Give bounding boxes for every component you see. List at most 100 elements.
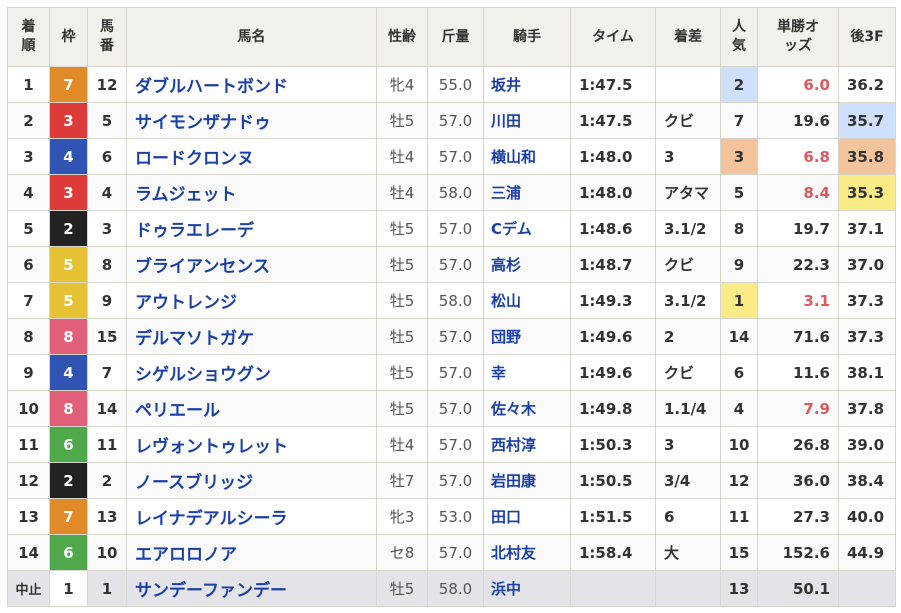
header-rank[interactable]: 着順 [7,7,50,67]
odds-cell: 19.7 [757,210,839,247]
horse-name-link[interactable]: サイモンザナドゥ [126,102,377,139]
header-horse-name[interactable]: 馬名 [126,7,377,67]
margin-cell: クビ [655,102,721,139]
frame-cell: 2 [49,210,88,247]
margin-cell: 3/4 [655,462,721,499]
frame-cell: 8 [49,318,88,355]
header-last3f[interactable]: 後3F [838,7,896,67]
table-row: 3 4 6 ロードクロンヌ 牡4 57.0 横山和 1:48.0 3 3 6.8 35.8 [7,138,896,175]
table-row: 中止 1 1 サンデーファンデー 牡5 58.0 浜中 13 50.1 [7,570,896,607]
header-sex-age[interactable]: 性齢 [376,7,428,67]
rank-cell: 1 [7,66,50,103]
horse-name-link[interactable]: ドゥラエレーデ [126,210,377,247]
jockey-link[interactable]: 川田 [483,102,571,139]
jockey-link[interactable]: 西村淳 [483,426,571,463]
horse-name-link[interactable]: シゲルショウグン [126,354,377,391]
jockey-link[interactable]: 北村友 [483,534,571,571]
popularity-cell: 11 [720,498,758,535]
horse-number-cell: 14 [87,390,127,427]
jockey-link[interactable]: 団野 [483,318,571,355]
odds-cell: 3.1 [757,282,839,319]
jockey-link[interactable]: 三浦 [483,174,571,211]
margin-cell: 3 [655,426,721,463]
header-popularity[interactable]: 人気 [720,7,758,67]
table-row: 11 6 11 レヴォントゥレット 牡4 57.0 西村淳 1:50.3 3 10 26.8 39.0 [7,426,896,463]
rank-cell: 14 [7,534,50,571]
last3f-cell: 35.7 [838,102,896,139]
horse-number-cell: 11 [87,426,127,463]
frame-cell: 5 [49,282,88,319]
popularity-cell: 8 [720,210,758,247]
time-cell: 1:49.3 [570,282,656,319]
rank-cell: 2 [7,102,50,139]
frame-cell: 6 [49,534,88,571]
sex-age-cell: 牡5 [376,246,428,283]
horse-number-cell: 6 [87,138,127,175]
weight-cell: 57.0 [427,354,484,391]
horse-name-link[interactable]: ノースブリッジ [126,462,377,499]
horse-name-link[interactable]: エアロロノア [126,534,377,571]
time-cell: 1:47.5 [570,66,656,103]
horse-name-link[interactable]: レヴォントゥレット [126,426,377,463]
horse-name-link[interactable]: ブライアンセンス [126,246,377,283]
horse-name-link[interactable]: ロードクロンヌ [126,138,377,175]
rank-cell: 10 [7,390,50,427]
margin-cell: 3 [655,138,721,175]
horse-name-link[interactable]: ペリエール [126,390,377,427]
header-time[interactable]: タイム [570,7,656,67]
frame-cell: 3 [49,174,88,211]
time-cell: 1:49.6 [570,318,656,355]
horse-name-link[interactable]: レイナデアルシーラ [126,498,377,535]
horse-number-cell: 4 [87,174,127,211]
sex-age-cell: 牝3 [376,498,428,535]
header-margin[interactable]: 着差 [655,7,721,67]
popularity-cell: 14 [720,318,758,355]
header-jockey[interactable]: 騎手 [483,7,571,67]
jockey-link[interactable]: 松山 [483,282,571,319]
rank-cell: 3 [7,138,50,175]
sex-age-cell: セ8 [376,534,428,571]
sex-age-cell: 牡5 [376,570,428,607]
odds-cell: 22.3 [757,246,839,283]
weight-cell: 57.0 [427,318,484,355]
jockey-link[interactable]: 浜中 [483,570,571,607]
sex-age-cell: 牡5 [376,102,428,139]
last3f-cell [838,570,896,607]
horse-name-link[interactable]: アウトレンジ [126,282,377,319]
popularity-cell: 12 [720,462,758,499]
sex-age-cell: 牡5 [376,390,428,427]
header-row: 着順 枠 馬番 馬名 性齢 斤量 騎手 タイム 着差 人気 単勝オッズ 後3F [7,7,896,67]
horse-name-link[interactable]: デルマソトガケ [126,318,377,355]
popularity-cell: 13 [720,570,758,607]
horse-name-link[interactable]: ダブルハートボンド [126,66,377,103]
jockey-link[interactable]: 坂井 [483,66,571,103]
jockey-link[interactable]: 岩田康 [483,462,571,499]
rank-cell: 13 [7,498,50,535]
last3f-cell: 44.9 [838,534,896,571]
jockey-link[interactable]: 横山和 [483,138,571,175]
weight-cell: 57.0 [427,246,484,283]
last3f-cell: 40.0 [838,498,896,535]
header-weight[interactable]: 斤量 [427,7,484,67]
last3f-cell: 39.0 [838,426,896,463]
jockey-link[interactable]: 幸 [483,354,571,391]
rank-cell: 11 [7,426,50,463]
header-odds[interactable]: 単勝オッズ [757,7,839,67]
frame-cell: 4 [49,138,88,175]
weight-cell: 57.0 [427,462,484,499]
rank-cell: 6 [7,246,50,283]
jockey-link[interactable]: 高杉 [483,246,571,283]
popularity-cell: 1 [720,282,758,319]
jockey-link[interactable]: Cデム [483,210,571,247]
sex-age-cell: 牡4 [376,174,428,211]
weight-cell: 58.0 [427,282,484,319]
horse-name-link[interactable]: サンデーファンデー [126,570,377,607]
last3f-cell: 35.8 [838,138,896,175]
time-cell: 1:50.3 [570,426,656,463]
header-frame[interactable]: 枠 [49,7,88,67]
horse-name-link[interactable]: ラムジェット [126,174,377,211]
header-number[interactable]: 馬番 [87,7,127,67]
jockey-link[interactable]: 田口 [483,498,571,535]
jockey-link[interactable]: 佐々木 [483,390,571,427]
rank-cell: 7 [7,282,50,319]
